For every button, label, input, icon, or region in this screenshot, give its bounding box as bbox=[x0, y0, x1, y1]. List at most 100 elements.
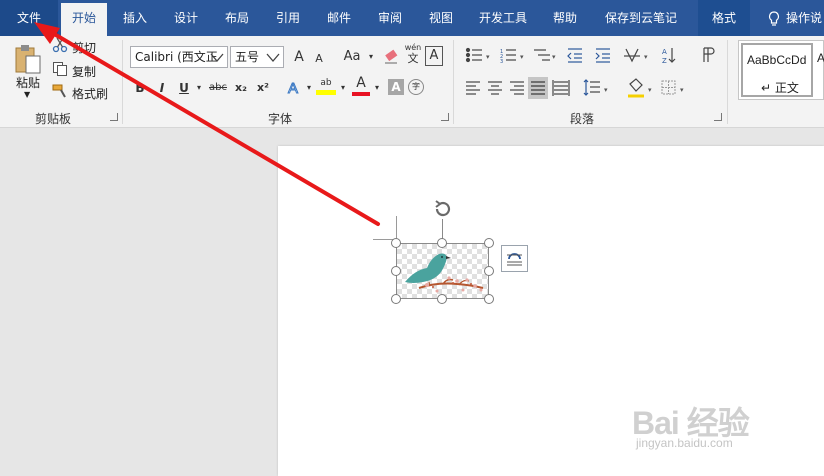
resize-handle-bottom-right[interactable] bbox=[484, 294, 494, 304]
svg-text:▾: ▾ bbox=[520, 53, 524, 61]
tab-help[interactable]: 帮助 bbox=[542, 0, 588, 36]
resize-handle-left[interactable] bbox=[391, 266, 401, 276]
tab-home[interactable]: 开始 bbox=[61, 3, 107, 36]
format-painter-button[interactable]: 格式刷 bbox=[52, 84, 108, 104]
multilevel-list-icon bbox=[534, 49, 550, 61]
style-normal[interactable]: AaBbCcDd ↵ 正文 bbox=[741, 43, 813, 97]
bullets-icon bbox=[465, 47, 482, 63]
text-effects-icon[interactable]: A bbox=[284, 78, 304, 98]
tell-me-label: 操作说 bbox=[786, 11, 823, 25]
resize-handle-bottom[interactable] bbox=[437, 294, 447, 304]
paste-button[interactable]: 粘贴 bbox=[16, 74, 40, 91]
svg-text:▾: ▾ bbox=[486, 53, 490, 61]
font-name-select[interactable]: Calibri (西文正 bbox=[130, 46, 228, 68]
highlight-color-bar bbox=[316, 90, 336, 95]
cut-button[interactable]: 剪切 bbox=[52, 37, 97, 59]
align-center-icon bbox=[488, 81, 502, 95]
character-border-button[interactable]: A bbox=[425, 46, 443, 66]
resize-handle-top-left[interactable] bbox=[391, 238, 401, 248]
selected-picture[interactable] bbox=[396, 243, 489, 299]
font-color-label: A bbox=[356, 75, 366, 91]
distributed-icon bbox=[552, 80, 570, 96]
tab-insert[interactable]: 插入 bbox=[112, 0, 158, 36]
tab-view[interactable]: 视图 bbox=[418, 0, 464, 36]
font-launcher-icon[interactable] bbox=[441, 113, 449, 121]
resize-handle-right[interactable] bbox=[484, 266, 494, 276]
phonetic-guide-button[interactable]: wén 文 bbox=[404, 43, 422, 65]
tab-design[interactable]: 设计 bbox=[163, 0, 209, 36]
underline-button[interactable]: U bbox=[176, 78, 192, 98]
paragraph-launcher-icon[interactable] bbox=[714, 113, 722, 121]
tab-mailings[interactable]: 邮件 bbox=[316, 0, 362, 36]
style-name: ↵ 正文 bbox=[761, 81, 799, 95]
shrink-font-button[interactable]: A bbox=[311, 49, 327, 69]
tab-references[interactable]: 引用 bbox=[265, 0, 311, 36]
change-case-dropdown-icon[interactable]: ▾ bbox=[366, 47, 376, 67]
tab-save-cloud[interactable]: 保存到云笔记 bbox=[593, 0, 689, 36]
tab-format[interactable]: 格式 bbox=[698, 0, 750, 36]
align-left-icon bbox=[466, 81, 480, 95]
copy-button[interactable]: 复制 bbox=[52, 62, 96, 82]
layout-options-icon bbox=[507, 253, 522, 266]
highlight-dropdown-icon[interactable]: ▾ bbox=[338, 78, 348, 98]
borders-icon bbox=[661, 80, 676, 95]
clipboard-launcher-icon[interactable] bbox=[110, 113, 118, 121]
bird-on-branch-image bbox=[405, 253, 484, 293]
resize-handle-top-right[interactable] bbox=[484, 238, 494, 248]
resize-handle-bottom-left[interactable] bbox=[391, 294, 401, 304]
bold-button[interactable]: B bbox=[132, 78, 148, 98]
ribbon: 粘贴 ▼ 剪切 复制 格式刷 剪贴板 Calibri (西文正 五号 A A A… bbox=[0, 36, 824, 128]
rotate-handle-icon[interactable] bbox=[432, 198, 454, 220]
clear-formatting-icon[interactable] bbox=[382, 47, 402, 67]
svg-text:Z: Z bbox=[662, 57, 667, 65]
character-shading-button[interactable]: A bbox=[388, 79, 404, 95]
style-next[interactable]: A bbox=[817, 51, 824, 65]
font-color-button[interactable]: A bbox=[352, 74, 370, 96]
font-color-bar bbox=[352, 92, 370, 96]
svg-text:A: A bbox=[288, 80, 298, 96]
font-name-value: Calibri (西文正 bbox=[135, 50, 218, 64]
italic-button[interactable]: I bbox=[154, 78, 170, 98]
font-group-label: 字体 bbox=[267, 112, 292, 126]
tab-file[interactable]: 文件 bbox=[0, 0, 58, 36]
svg-text:▾: ▾ bbox=[648, 86, 652, 94]
tell-me-box[interactable]: 操作说 bbox=[768, 0, 822, 36]
paragraph-group-label: 段落 bbox=[569, 112, 594, 126]
layout-options-button[interactable] bbox=[501, 245, 528, 272]
tab-developer[interactable]: 开发工具 bbox=[469, 0, 537, 36]
svg-text:3: 3 bbox=[500, 59, 503, 65]
paste-dropdown-icon[interactable]: ▼ bbox=[24, 90, 30, 99]
strikethrough-button[interactable]: abc bbox=[207, 78, 229, 98]
format-painter-label: 格式刷 bbox=[72, 87, 109, 101]
chinese-layout-icon bbox=[624, 48, 640, 63]
copy-icon bbox=[52, 61, 68, 83]
style-sample: AaBbCcDd bbox=[747, 53, 807, 67]
paste-icon[interactable] bbox=[14, 44, 42, 74]
cut-label: 剪切 bbox=[72, 41, 97, 55]
font-size-select[interactable]: 五号 bbox=[230, 46, 284, 68]
svg-text:▾: ▾ bbox=[604, 86, 608, 94]
svg-text:▾: ▾ bbox=[644, 53, 648, 61]
styles-gallery: AaBbCcDd ↵ 正文 A bbox=[738, 40, 824, 100]
resize-handle-top[interactable] bbox=[437, 238, 447, 248]
enclose-characters-button[interactable]: 字 bbox=[408, 79, 424, 95]
scissors-icon bbox=[52, 37, 68, 59]
underline-dropdown-icon[interactable]: ▾ bbox=[194, 78, 204, 98]
grow-font-button[interactable]: A bbox=[290, 47, 308, 67]
decrease-indent-icon bbox=[567, 48, 582, 63]
show-marks-icon bbox=[703, 47, 715, 62]
font-color-dropdown-icon[interactable]: ▾ bbox=[372, 78, 382, 98]
phonetic-char: 文 bbox=[407, 52, 419, 65]
subscript-button[interactable]: x₂ bbox=[232, 78, 250, 98]
chevron-down-icon bbox=[209, 47, 225, 67]
svg-text:A: A bbox=[662, 48, 667, 56]
tab-layout[interactable]: 布局 bbox=[214, 0, 260, 36]
clipboard-group-label: 剪贴板 bbox=[34, 112, 71, 126]
change-case-button[interactable]: Aa bbox=[338, 47, 366, 67]
text-effects-dropdown-icon[interactable]: ▾ bbox=[304, 78, 314, 98]
paintbrush-icon bbox=[52, 83, 68, 105]
superscript-button[interactable]: x² bbox=[254, 78, 272, 98]
highlight-button[interactable]: ab bbox=[316, 76, 336, 96]
group-divider bbox=[122, 40, 123, 124]
tab-review[interactable]: 审阅 bbox=[367, 0, 413, 36]
